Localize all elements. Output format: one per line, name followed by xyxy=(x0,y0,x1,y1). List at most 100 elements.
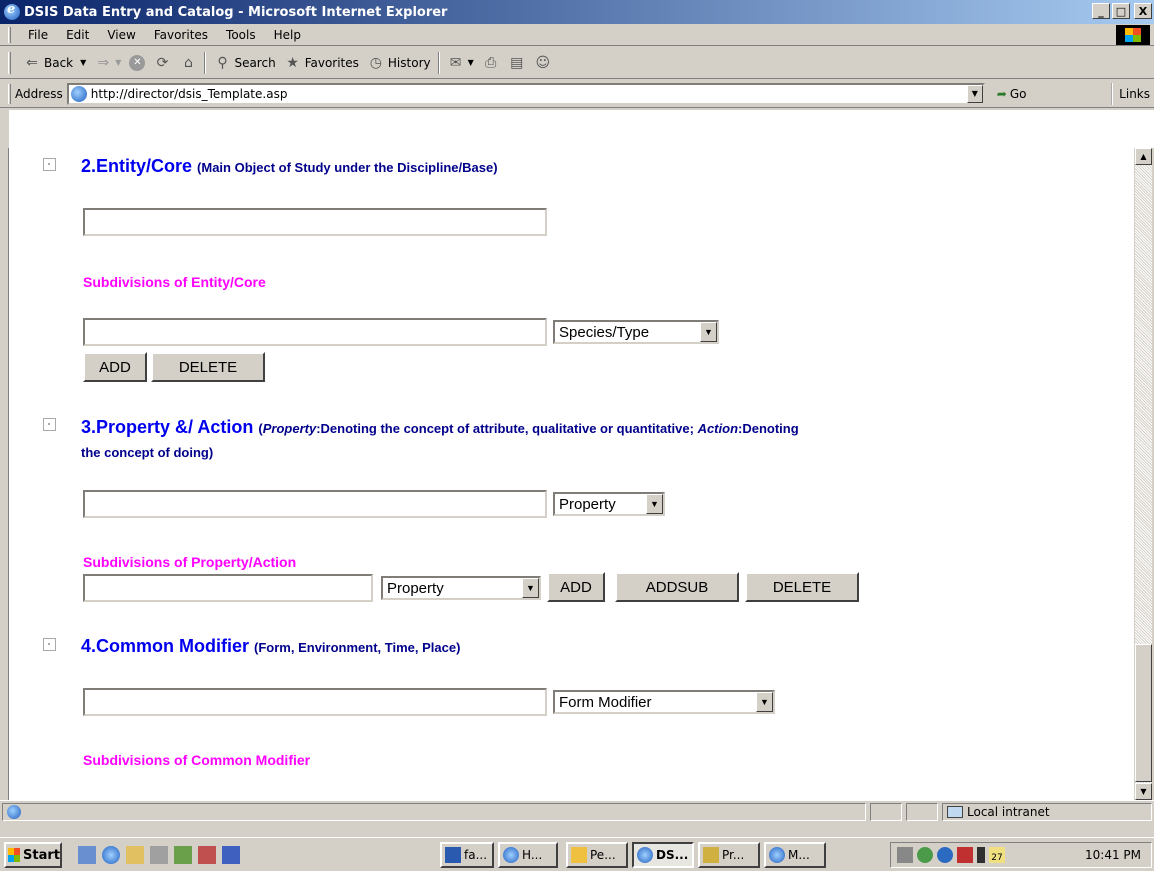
search-button[interactable]: ⚲ Search xyxy=(209,51,279,75)
vertical-scrollbar[interactable]: ▲ ▼ xyxy=(1135,148,1152,800)
app4-quicklaunch-icon[interactable] xyxy=(222,846,240,864)
property-delete-button[interactable]: DELETE xyxy=(745,572,859,602)
address-label: Address xyxy=(15,86,63,101)
ie-quicklaunch-icon[interactable] xyxy=(102,846,120,864)
task-dsis[interactable]: DS... xyxy=(632,842,694,868)
app2-quicklaunch-icon[interactable] xyxy=(174,846,192,864)
menubar-grip[interactable] xyxy=(8,26,11,43)
entity-heading: 2.Entity/Core (Main Object of Study unde… xyxy=(81,156,498,177)
property-input[interactable] xyxy=(83,490,547,518)
modifier-subdivisions-label: Subdivisions of Common Modifier xyxy=(83,752,311,768)
modifier-type-select[interactable]: Form Modifier ▼ xyxy=(553,690,775,714)
app-quicklaunch-icon[interactable] xyxy=(150,846,168,864)
addressbar-grip[interactable] xyxy=(8,83,11,104)
entity-checkbox[interactable] xyxy=(43,158,56,171)
mail-button[interactable]: ✉ ▼ xyxy=(443,51,478,75)
outlook-quicklaunch-icon[interactable] xyxy=(126,846,144,864)
forward-dropdown-icon[interactable]: ▼ xyxy=(115,58,121,67)
modifier-type-dropdown-icon[interactable]: ▼ xyxy=(756,692,773,712)
modifier-input[interactable] xyxy=(83,688,547,716)
stop-icon: ✕ xyxy=(129,54,146,71)
maximize-button[interactable]: □ xyxy=(1112,3,1130,19)
menu-file[interactable]: File xyxy=(19,28,57,42)
property-add-button[interactable]: ADD xyxy=(547,572,605,602)
task-ie-1[interactable]: H... xyxy=(498,842,558,868)
clock[interactable]: 10:41 PM xyxy=(1085,848,1141,862)
scroll-up-button[interactable]: ▲ xyxy=(1135,148,1152,165)
back-button[interactable]: ⇐ Back ▼ xyxy=(19,51,90,75)
scroll-down-button[interactable]: ▼ xyxy=(1135,783,1152,800)
entity-input[interactable] xyxy=(83,208,547,236)
task-word[interactable]: fa... xyxy=(440,842,494,868)
property-checkbox[interactable] xyxy=(43,418,56,431)
modifier-checkbox[interactable] xyxy=(43,638,56,651)
refresh-button[interactable]: ⟳ xyxy=(149,51,175,75)
toolbar-grip[interactable] xyxy=(8,51,11,74)
task-label: DS... xyxy=(656,848,689,862)
globe-icon[interactable] xyxy=(937,847,953,863)
back-dropdown-icon[interactable]: ▼ xyxy=(80,58,86,67)
modifier-description: (Form, Environment, Time, Place) xyxy=(254,640,461,655)
intranet-icon xyxy=(947,806,963,818)
property-description-cont: the concept of doing) xyxy=(81,445,214,460)
mail-dropdown-icon[interactable]: ▼ xyxy=(468,58,474,67)
browser-window: DSIS Data Entry and Catalog - Microsoft … xyxy=(0,0,1154,837)
app3-quicklaunch-icon[interactable] xyxy=(198,846,216,864)
page-icon xyxy=(70,85,87,102)
property-type-dropdown-icon[interactable]: ▼ xyxy=(646,494,663,514)
entity-subdivision-input[interactable] xyxy=(83,318,547,346)
address-dropdown-button[interactable]: ▼ xyxy=(966,84,983,103)
address-input[interactable]: http://director/dsis_Template.asp ▼ xyxy=(66,82,985,105)
menu-help[interactable]: Help xyxy=(265,28,310,42)
task-pe[interactable]: Pe... xyxy=(566,842,628,868)
history-icon: ◷ xyxy=(369,54,383,71)
property-subdivision-select[interactable]: Property ▼ xyxy=(381,576,541,600)
scroll-thumb[interactable] xyxy=(1135,644,1152,782)
entity-description: (Main Object of Study under the Discipli… xyxy=(197,160,498,175)
home-icon: ⌂ xyxy=(184,54,193,71)
start-button[interactable]: Start xyxy=(4,842,62,868)
network-icon[interactable] xyxy=(917,847,933,863)
edit-button[interactable]: ▤ xyxy=(504,51,530,75)
windows-throbber-icon xyxy=(1116,25,1150,45)
forward-button[interactable]: ⇒ ▼ xyxy=(90,51,125,75)
traffic-light-icon[interactable] xyxy=(977,847,985,863)
history-button[interactable]: ◷ History xyxy=(363,51,435,75)
messenger-button[interactable]: ☺ xyxy=(530,51,556,75)
ie-icon xyxy=(769,847,785,863)
close-button[interactable]: X xyxy=(1134,3,1152,19)
menu-tools[interactable]: Tools xyxy=(217,28,265,42)
address-url: http://director/dsis_Template.asp xyxy=(90,86,288,101)
property-title: 3.Property &/ Action xyxy=(81,417,254,437)
task-pr[interactable]: Pr... xyxy=(698,842,760,868)
volume-icon[interactable] xyxy=(897,847,913,863)
entity-add-button[interactable]: ADD xyxy=(83,352,147,382)
history-label: History xyxy=(387,55,431,70)
entity-type-dropdown-icon[interactable]: ▼ xyxy=(700,322,717,342)
calendar-icon[interactable]: 27 xyxy=(989,847,1005,863)
show-desktop-icon[interactable] xyxy=(78,846,96,864)
back-arrow-icon: ⇐ xyxy=(26,54,38,71)
property-subdivision-dropdown-icon[interactable]: ▼ xyxy=(522,578,539,598)
go-button[interactable]: ➦ Go xyxy=(997,87,1027,101)
entity-delete-button[interactable]: DELETE xyxy=(151,352,265,382)
property-subdivision-input[interactable] xyxy=(83,574,373,602)
property-addsub-button[interactable]: ADDSUB xyxy=(615,572,739,602)
task-label: Pr... xyxy=(722,848,745,862)
menu-favorites[interactable]: Favorites xyxy=(145,28,217,42)
favorites-button[interactable]: ★ Favorites xyxy=(280,51,363,75)
app-icon xyxy=(571,847,587,863)
stop-button[interactable]: ✕ xyxy=(125,51,149,75)
ie-icon xyxy=(503,847,519,863)
home-button[interactable]: ⌂ xyxy=(175,51,201,75)
entity-type-select[interactable]: Species/Type ▼ xyxy=(553,320,719,344)
menu-view[interactable]: View xyxy=(98,28,144,42)
links-button[interactable]: Links xyxy=(1111,82,1150,105)
title-bar[interactable]: DSIS Data Entry and Catalog - Microsoft … xyxy=(0,0,1154,24)
property-type-select[interactable]: Property ▼ xyxy=(553,492,665,516)
print-button[interactable]: ⎙ xyxy=(478,51,504,75)
security-icon[interactable] xyxy=(957,847,973,863)
task-ie-2[interactable]: M... xyxy=(764,842,826,868)
minimize-button[interactable]: _ xyxy=(1092,3,1110,19)
menu-edit[interactable]: Edit xyxy=(57,28,98,42)
